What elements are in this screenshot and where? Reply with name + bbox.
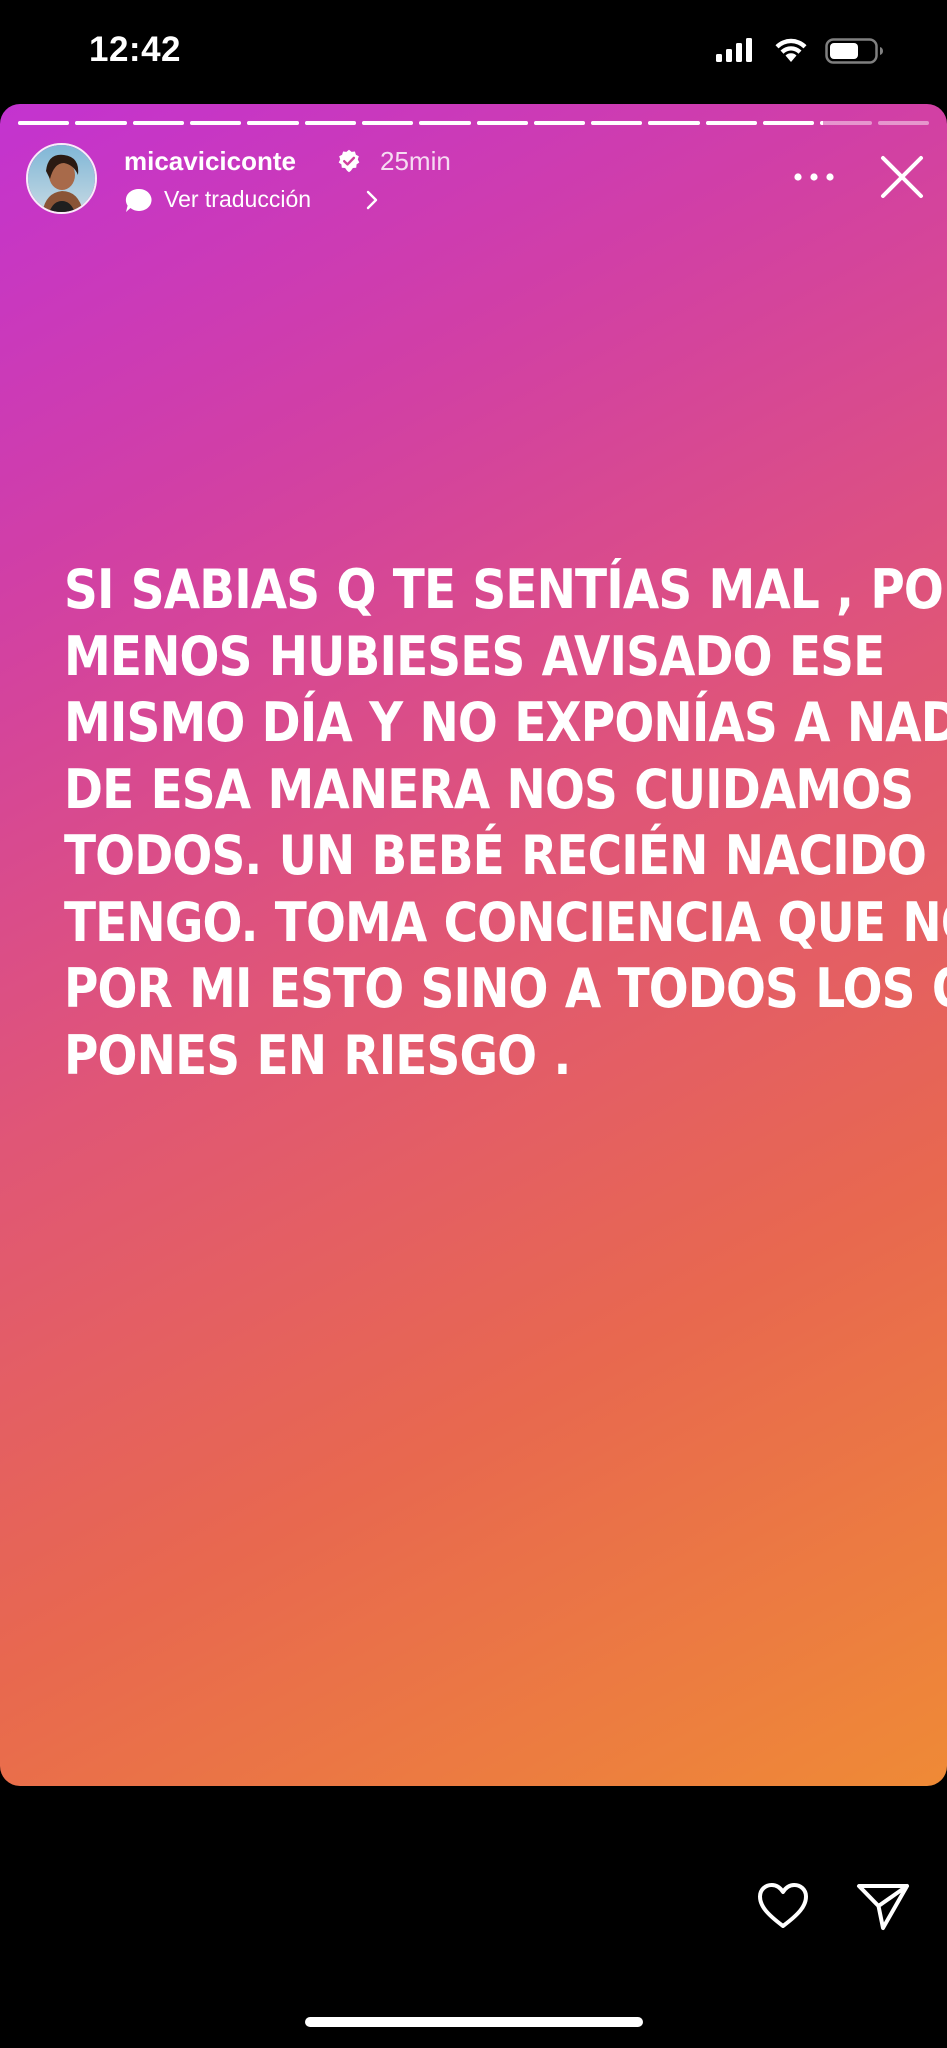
story-progress-segment <box>75 121 127 125</box>
story-progress-segment <box>591 121 643 125</box>
status-time: 12:42 <box>89 30 182 69</box>
story-progress-segment <box>763 121 815 125</box>
story-progress-segment <box>18 121 70 125</box>
story-progress-segment <box>189 121 242 125</box>
username[interactable]: micaviciconte <box>124 146 296 177</box>
story-text-line: POR MI ESTO SINO A TODOS LOS QUE <box>64 957 947 1020</box>
more-options-icon[interactable] <box>790 171 838 183</box>
story-text-line: PONES EN RIESGO . <box>64 1023 571 1087</box>
signal-icon <box>716 38 752 62</box>
story-progress-segment <box>705 121 758 125</box>
story-text-line: MENOS HUBIESES AVISADO ESE <box>64 624 885 688</box>
close-icon[interactable] <box>880 155 924 199</box>
story-progress-bars <box>18 121 929 125</box>
story-text-line: MISMO DÍA Y NO EXPONÍAS A NADIE Y <box>64 691 947 754</box>
verified-badge-icon <box>338 149 360 173</box>
story-progress-segment <box>648 121 700 125</box>
translate-label: Ver traducción <box>164 186 312 212</box>
chevron-right-icon <box>366 190 378 210</box>
story-progress-segment <box>361 121 414 125</box>
story-progress-segment <box>132 121 184 125</box>
story-card[interactable]: micaviciconte 25min Ver traducción SI SA… <box>0 104 947 1786</box>
story-progress-segment <box>533 121 586 125</box>
wifi-icon <box>775 38 807 62</box>
story-progress-segment <box>304 121 356 125</box>
story-progress-segment <box>877 121 929 125</box>
story-progress-segment <box>247 121 299 125</box>
send-icon[interactable] <box>856 1882 910 1932</box>
story-text-line: TENGO. TOMA CONCIENCIA QUE NO ES <box>64 890 947 954</box>
story-progress-segment <box>820 121 872 125</box>
speech-bubble-icon <box>125 188 152 212</box>
avatar[interactable] <box>26 143 97 214</box>
story-timestamp: 25min <box>380 146 451 176</box>
story-progress-segment <box>476 121 528 125</box>
home-indicator <box>305 2017 643 2027</box>
heart-icon[interactable] <box>757 1882 809 1930</box>
status-bar: 12:42 <box>0 0 947 104</box>
story-text-line: TODOS. UN BEBÉ RECIÉN NACIDO 👶 <box>64 824 947 887</box>
avatar-image <box>28 145 95 212</box>
battery-icon <box>825 38 883 64</box>
story-text: SI SABIAS Q TE SENTÍAS MAL , POR LOMENOS… <box>64 557 947 1089</box>
story-text-line: DE ESA MANERA NOS CUIDAMOS <box>64 757 914 821</box>
story-progress-segment <box>419 121 471 125</box>
story-text-line: SI SABIAS Q TE SENTÍAS MAL , POR LO <box>64 558 947 621</box>
